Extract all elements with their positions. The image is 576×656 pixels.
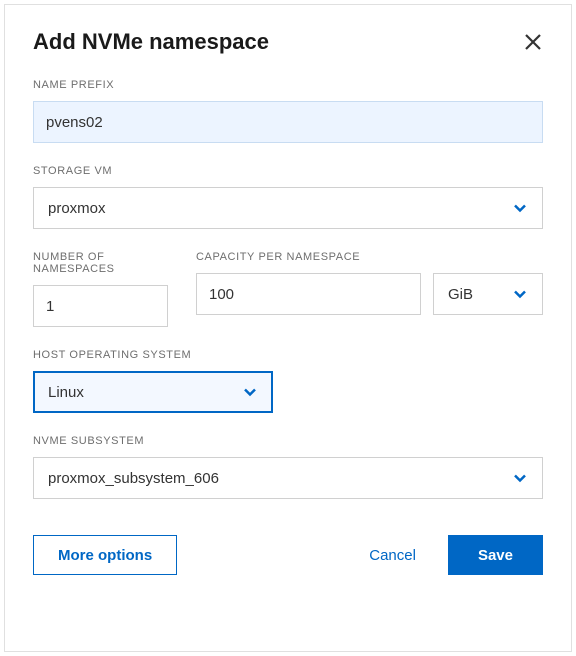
name-prefix-field: NAME PREFIX [33, 79, 543, 143]
close-button[interactable] [523, 32, 543, 52]
capacity-field: CAPACITY PER NAMESPACE GiB [196, 251, 543, 327]
nvme-subsystem-field: NVME SUBSYSTEM proxmox_subsystem_606 [33, 435, 543, 499]
dialog-footer: More options Cancel Save [33, 535, 543, 575]
add-nvme-namespace-dialog: Add NVMe namespace NAME PREFIX STORAGE V… [4, 4, 572, 652]
num-namespaces-label: NUMBER OF NAMESPACES [33, 251, 168, 275]
storage-vm-select[interactable]: proxmox [33, 187, 543, 229]
save-button[interactable]: Save [448, 535, 543, 575]
storage-vm-value: proxmox [48, 200, 106, 217]
name-prefix-input[interactable] [33, 101, 543, 143]
capacity-unit-value: GiB [448, 286, 473, 303]
num-namespaces-field: NUMBER OF NAMESPACES [33, 251, 168, 327]
close-icon [524, 33, 542, 51]
nvme-subsystem-value: proxmox_subsystem_606 [48, 470, 219, 487]
more-options-button[interactable]: More options [33, 535, 177, 575]
storage-vm-label: STORAGE VM [33, 165, 543, 177]
name-prefix-label: NAME PREFIX [33, 79, 543, 91]
cancel-button[interactable]: Cancel [369, 547, 416, 564]
host-os-select[interactable]: Linux [33, 371, 273, 413]
host-os-label: HOST OPERATING SYSTEM [33, 349, 543, 361]
num-namespaces-input[interactable] [33, 285, 168, 327]
host-os-value: Linux [48, 384, 84, 401]
dialog-title: Add NVMe namespace [33, 29, 269, 55]
chevron-down-icon [512, 286, 528, 302]
nvme-subsystem-label: NVME SUBSYSTEM [33, 435, 543, 447]
capacity-label: CAPACITY PER NAMESPACE [196, 251, 543, 263]
dialog-header: Add NVMe namespace [33, 29, 543, 55]
capacity-unit-select[interactable]: GiB [433, 273, 543, 315]
capacity-input[interactable] [196, 273, 421, 315]
chevron-down-icon [512, 470, 528, 486]
chevron-down-icon [242, 384, 258, 400]
host-os-field: HOST OPERATING SYSTEM Linux [33, 349, 543, 413]
nvme-subsystem-select[interactable]: proxmox_subsystem_606 [33, 457, 543, 499]
storage-vm-field: STORAGE VM proxmox [33, 165, 543, 229]
chevron-down-icon [512, 200, 528, 216]
